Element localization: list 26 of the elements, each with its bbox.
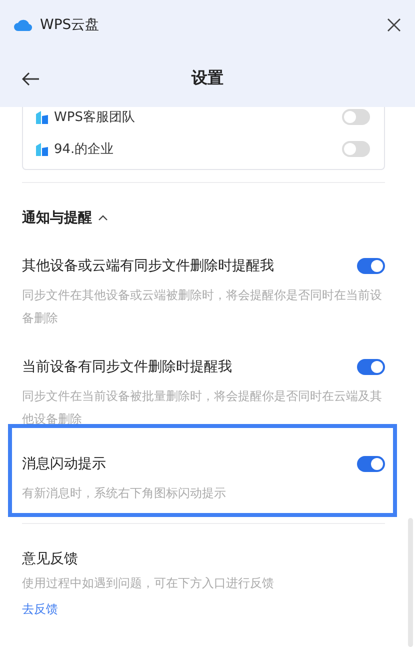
team-name: 94.的企业 (54, 141, 115, 158)
setting-description: 同步文件在其他设备或云端被删除时，将会提醒你是否同时在当前设备删除 (22, 287, 383, 327)
building-icon (36, 110, 48, 124)
team-name: WPS客服团队 (54, 109, 136, 126)
toggle-switch[interactable] (342, 109, 370, 125)
window-title: WPS云盘 (40, 16, 100, 34)
setting-title: 当前设备有同步文件删除时提醒我 (22, 358, 232, 376)
setting-title: 其他设备或云端有同步文件删除时提醒我 (22, 257, 274, 275)
section-header[interactable]: 通知与提醒 (22, 209, 385, 227)
page-title: 设置 (192, 68, 224, 89)
building-icon (36, 142, 48, 156)
toggle-switch[interactable] (357, 258, 385, 274)
close-button[interactable] (387, 18, 401, 32)
cloud-icon (14, 19, 32, 31)
setting-description: 有新消息时，系统右下角图标闪动提示 (22, 485, 227, 502)
feedback-description: 使用过程中如遇到问题，可在下方入口进行反馈 (22, 575, 275, 592)
setting-description: 同步文件在当前设备被批量删除时，将会提醒你是否同时在云端及其他设备删除 (22, 388, 383, 428)
feedback-link[interactable]: 去反馈 (22, 601, 58, 618)
setting-title: 消息闪动提示 (22, 455, 106, 473)
toggle-switch[interactable] (357, 359, 385, 375)
chevron-icon (98, 215, 108, 221)
toggle-switch[interactable] (342, 141, 370, 157)
toggle-switch[interactable] (357, 456, 385, 472)
feedback-title: 意见反馈 (22, 550, 79, 568)
scrollbar[interactable] (408, 518, 413, 647)
back-button[interactable] (22, 72, 40, 86)
